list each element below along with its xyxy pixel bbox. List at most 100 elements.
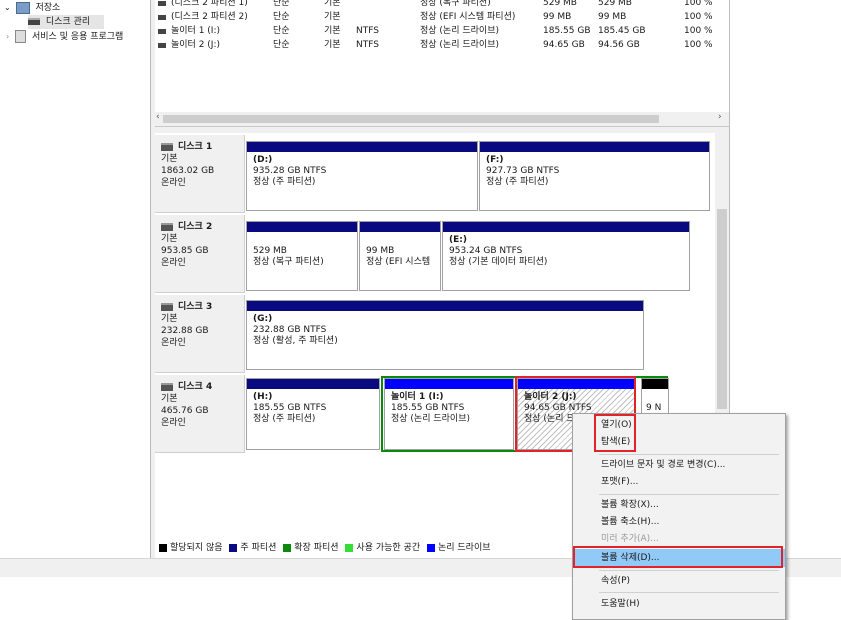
- volume-percent: 100 %: [684, 12, 713, 22]
- menu-item-format[interactable]: 포맷(F)...: [573, 473, 785, 491]
- disk-2-info[interactable]: 디스크 2 기본 953.85 GB 온라인: [155, 215, 245, 293]
- volume-fs: NTFS: [356, 26, 379, 36]
- volume-type: 기본: [324, 12, 341, 22]
- partition-recovery[interactable]: 529 MB 정상 (복구 파티션): [246, 221, 358, 291]
- legend-unallocated-swatch: [159, 543, 167, 552]
- volume-capacity: 94.65 GB: [543, 40, 585, 50]
- volume-percent: 100 %: [684, 40, 713, 50]
- volume-status: 정상 (논리 드라이브): [420, 40, 499, 50]
- disk-icon: [161, 142, 173, 151]
- legend-primary-swatch: [229, 543, 238, 552]
- disk-title: 디스크 4: [178, 382, 213, 392]
- tree-item-disk-management[interactable]: 디스크 관리: [28, 15, 104, 29]
- partition-size: 953.24 GB NTFS: [449, 246, 523, 256]
- storage-icon: [15, 1, 30, 14]
- volume-status: 정상 (EFI 시스템 파티션): [420, 12, 516, 22]
- partition-e[interactable]: (E:) 953.24 GB NTFS 정상 (기본 데이터 파티션): [442, 221, 690, 291]
- legend-free-swatch: [345, 543, 354, 552]
- disk-3-info[interactable]: 디스크 3 기본 232.88 GB 온라인: [155, 295, 245, 373]
- scroll-right-icon[interactable]: ›: [718, 112, 722, 122]
- primary-partition-bar: [247, 142, 477, 152]
- partition-efi[interactable]: 99 MB 정상 (EFI 시스템: [359, 221, 441, 291]
- disk-icon: [161, 382, 173, 391]
- volume-layout: 단순: [273, 0, 290, 8]
- partition-status: 정상 (논리 드라이브): [391, 414, 470, 424]
- menu-separator: [599, 454, 779, 455]
- volume-icon: [158, 1, 166, 6]
- volume-name: (디스크 2 파티션 1): [171, 0, 248, 8]
- menu-item-properties[interactable]: 속성(P): [573, 572, 785, 590]
- volume-percent: 100 %: [684, 0, 713, 8]
- volume-name: 놀이터 1 (I:): [171, 26, 220, 36]
- tree-item-services[interactable]: › 서비스 및 응용 프로그램: [6, 30, 123, 44]
- partition-status: 정상 (주 파티션): [253, 414, 316, 424]
- legend-unallocated: 할당되지 않음: [170, 543, 223, 553]
- partition-status: 정상 (주 파티션): [253, 177, 316, 187]
- legend-logical-swatch: [426, 543, 435, 552]
- volume-name: 놀이터 2 (J:): [171, 40, 220, 50]
- partition-size: 99 MB: [366, 246, 395, 256]
- disk-1-info[interactable]: 디스크 1 기본 1863.02 GB 온라인: [155, 135, 245, 213]
- partition-d[interactable]: (D:) 935.28 GB NTFS 정상 (주 파티션): [246, 141, 478, 211]
- expand-chevron-icon[interactable]: ⌄: [4, 3, 11, 12]
- disk-size: 232.88 GB: [161, 326, 209, 336]
- partition-label: (G:): [253, 314, 273, 324]
- volume-capacity: 185.55 GB: [543, 26, 591, 36]
- volume-icon: [158, 15, 166, 20]
- volume-free: 99 MB: [598, 12, 627, 22]
- menu-item-extend-volume[interactable]: 볼륨 확장(X)...: [573, 496, 785, 514]
- partition-i[interactable]: 놀이터 1 (I:) 185.55 GB NTFS 정상 (논리 드라이브): [384, 378, 514, 450]
- scroll-left-icon[interactable]: ‹: [156, 112, 160, 122]
- disk-4-info[interactable]: 디스크 4 기본 465.76 GB 온라인: [155, 375, 245, 453]
- expand-arrow-icon[interactable]: ›: [6, 32, 9, 41]
- menu-item-shrink-volume[interactable]: 볼륨 축소(H)...: [573, 513, 785, 531]
- partition-status: 정상 (주 파티션): [486, 177, 549, 187]
- partition-h[interactable]: (H:) 185.55 GB NTFS 정상 (주 파티션): [246, 378, 380, 450]
- legend-extended: 확장 파티션: [294, 543, 339, 553]
- primary-partition-bar: [480, 142, 709, 152]
- navigation-tree: ⌄ 저장소 디스크 관리 › 서비스 및 응용 프로그램: [0, 0, 151, 558]
- volume-status: 정상 (복구 파티션): [420, 0, 491, 8]
- unallocated-bar: [642, 379, 668, 389]
- disk-state: 온라인: [161, 178, 186, 188]
- disk-title: 디스크 2: [178, 222, 213, 232]
- logical-drive-bar: [385, 379, 513, 389]
- partition-size: 9 N: [646, 403, 662, 413]
- partition-size: 927.73 GB NTFS: [486, 166, 560, 176]
- volume-name: (디스크 2 파티션 2): [171, 12, 248, 22]
- volume-status: 정상 (논리 드라이브): [420, 26, 499, 36]
- partition-g[interactable]: (G:) 232.88 GB NTFS 정상 (활성, 주 파티션): [246, 300, 644, 370]
- disk-state: 온라인: [161, 338, 186, 348]
- tree-item-storage[interactable]: ⌄ 저장소: [4, 1, 60, 15]
- partition-size: 185.55 GB NTFS: [391, 403, 465, 413]
- tree-label-storage: 저장소: [35, 3, 61, 13]
- volume-type: 기본: [324, 26, 341, 36]
- partition-label: 놀이터 1 (I:): [391, 392, 444, 402]
- scrollbar-thumb[interactable]: [163, 115, 659, 123]
- disk-size: 465.76 GB: [161, 406, 209, 416]
- volume-type: 기본: [324, 40, 341, 50]
- primary-partition-bar: [360, 222, 440, 232]
- partition-status: 정상 (복구 파티션): [253, 257, 324, 267]
- disk-size: 1863.02 GB: [161, 166, 215, 176]
- scrollbar-thumb[interactable]: [717, 209, 727, 409]
- delete-volume-highlight-box: [573, 546, 783, 568]
- volume-percent: 100 %: [684, 26, 713, 36]
- disk-kind: 기본: [161, 154, 178, 164]
- tree-label-disk-management: 디스크 관리: [45, 17, 91, 27]
- legend-logical: 논리 드라이브: [437, 543, 491, 553]
- volume-capacity: 529 MB: [543, 0, 577, 8]
- tree-label-services: 서비스 및 응용 프로그램: [31, 32, 124, 42]
- volume-free: 529 MB: [598, 0, 632, 8]
- disk-icon: [161, 222, 173, 231]
- menu-item-change-drive-letter[interactable]: 드라이브 문자 및 경로 변경(C)...: [573, 456, 785, 474]
- menu-separator: [599, 592, 779, 593]
- volume-layout: 단순: [273, 12, 290, 22]
- disk-state: 온라인: [161, 258, 186, 268]
- partition-status: 정상 (활성, 주 파티션): [253, 336, 338, 346]
- horizontal-scrollbar[interactable]: ‹ ›: [155, 112, 729, 126]
- menu-item-help[interactable]: 도움말(H): [573, 595, 785, 613]
- partition-f[interactable]: (F:) 927.73 GB NTFS 정상 (주 파티션): [479, 141, 710, 211]
- legend-extended-swatch: [283, 543, 292, 552]
- legend-primary: 주 파티션: [240, 543, 277, 553]
